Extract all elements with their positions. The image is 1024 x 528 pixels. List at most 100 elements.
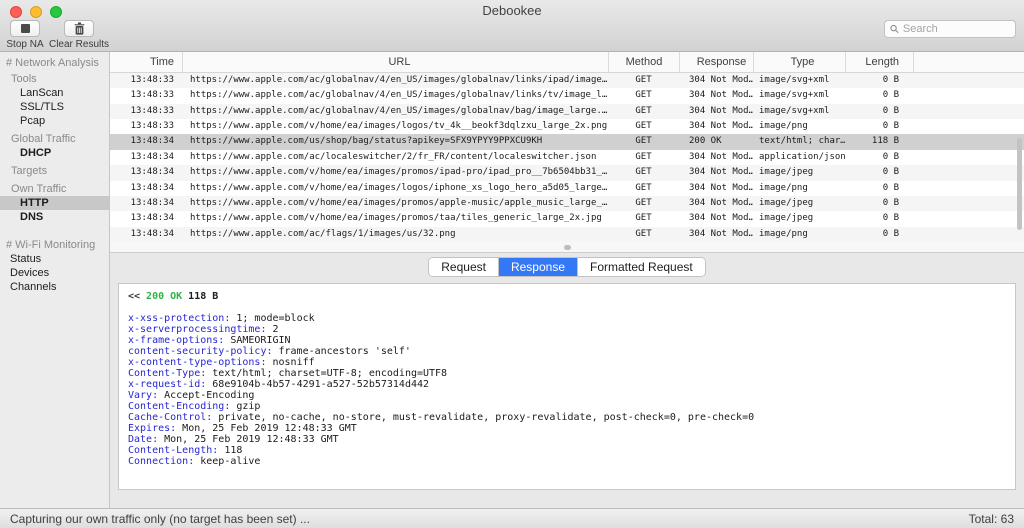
table-row[interactable]: 13:48:34 https://www.apple.com/us/shop/ba… (110, 134, 1024, 150)
cell-time: 13:48:34 (130, 182, 174, 193)
pane-splitter[interactable] (110, 242, 1024, 253)
detail-pane: Request Response Formatted Request << 200 O… (110, 253, 1024, 508)
response-headers: x-xss-protection: 1; mode=block x-serverpr… (128, 313, 1006, 467)
cell-type: image/png (759, 228, 808, 239)
sidebar-item-dhcp[interactable]: DHCP (0, 146, 109, 160)
cell-method: GET (635, 167, 652, 178)
table-row[interactable]: 13:48:33 https://www.apple.com/ac/globaln… (110, 88, 1024, 103)
cell-method: GET (635, 75, 652, 85)
header-key: Connection: (128, 456, 195, 467)
cell-filler (913, 181, 1024, 196)
header-value: private, no-cache, no-store, must-revali… (218, 412, 755, 423)
trash-icon (74, 22, 84, 35)
column-header-method[interactable]: Method (608, 52, 679, 72)
tab-response[interactable]: Response (497, 258, 578, 276)
response-panel: << 200 OK 118 B x-xss-protection: 1; mode=b… (118, 283, 1016, 490)
sidebar-item-lanscan[interactable]: LanScan (0, 86, 109, 100)
cell-filler (913, 73, 1024, 88)
cell-length: 0 B (882, 182, 899, 193)
table-header: Time URL Method Response Type Length (110, 52, 1024, 73)
titlebar: Debookee Stop NA Clear Results (0, 0, 1024, 52)
response-header-line: Date: Mon, 25 Feb 2019 12:48:33 GMT (128, 434, 1006, 445)
sidebar-item-own-traffic: Own Traffic (11, 183, 67, 195)
column-header-type[interactable]: Type (753, 52, 845, 72)
cell-length: 0 B (882, 121, 899, 132)
tab-formatted-request[interactable]: Formatted Request (577, 258, 705, 276)
sidebar-item-pcap[interactable]: Pcap (0, 114, 109, 128)
response-header-line: x-serverprocessingtime: 2 (128, 324, 1006, 335)
response-header-line: Connection: keep-alive (128, 456, 1006, 467)
tab-request[interactable]: Request (429, 258, 498, 276)
cell-url: https://www.apple.com/us/shop/bag/status… (190, 136, 543, 147)
table-row[interactable]: 13:48:34 https://www.apple.com/ac/locales… (110, 150, 1024, 165)
table-rows: 13:48:33 https://www.apple.com/ac/globaln… (110, 73, 1024, 242)
table-row[interactable]: 13:48:34 https://www.apple.com/v/home/ea/… (110, 195, 1024, 212)
sidebar-item-dns[interactable]: DNS (0, 210, 109, 224)
cell-time: 13:48:34 (130, 136, 174, 147)
header-key: Content-Encoding: (128, 401, 231, 412)
header-key: x-request-id: (128, 379, 207, 390)
search-input[interactable] (902, 23, 1010, 35)
table-row[interactable]: 13:48:33 https://www.apple.com/v/home/ea/… (110, 119, 1024, 134)
cell-time: 13:48:34 (130, 228, 174, 239)
cell-response: 304 Not Mod… (689, 75, 753, 85)
header-value: Accept-Encoding (164, 390, 255, 401)
cell-time: 13:48:34 (130, 167, 174, 178)
header-key: x-xss-protection: (128, 313, 231, 324)
column-header-time[interactable]: Time (110, 52, 182, 72)
table-row[interactable]: 13:48:34 https://www.apple.com/v/home/ea/… (110, 211, 1024, 226)
cell-length: 0 B (882, 213, 899, 224)
column-header-length[interactable]: Length (845, 52, 913, 72)
column-header-filler (913, 52, 1024, 72)
header-value: nosniff (272, 357, 315, 368)
header-value: Mon, 25 Feb 2019 12:48:33 GMT (182, 423, 357, 434)
cell-filler (913, 134, 1024, 149)
cell-url: https://www.apple.com/ac/globalnav/4/en_… (190, 105, 608, 116)
table-row[interactable]: 13:48:34 https://www.apple.com/ac/flags/1… (110, 226, 1024, 242)
column-header-response[interactable]: Response (679, 52, 753, 72)
sidebar-item-status[interactable]: Status (0, 252, 109, 266)
content-area: # Network Analysis Tools LanScan SSL/TLS Pca… (0, 52, 1024, 508)
cell-length: 0 B (882, 167, 899, 178)
table-row[interactable]: 13:48:33 https://www.apple.com/ac/globaln… (110, 73, 1024, 89)
table-row[interactable]: 13:48:33 https://www.apple.com/ac/globaln… (110, 103, 1024, 120)
app-window: Debookee Stop NA Clear Results Search # … (0, 0, 1024, 528)
cell-filler (913, 88, 1024, 103)
sidebar-item-network-analysis: # Network Analysis (6, 57, 99, 69)
sidebar-item-wi-fi-monitoring: # Wi-Fi Monitoring (6, 239, 96, 251)
table-row[interactable]: 13:48:34 https://www.apple.com/v/home/ea/… (110, 181, 1024, 196)
sidebar-item-channels[interactable]: Channels (0, 280, 109, 294)
response-direction-arrows: << (128, 291, 141, 302)
sidebar-item-global-traffic: Global Traffic (11, 133, 76, 145)
cell-filler (913, 150, 1024, 165)
cell-url: https://www.apple.com/v/home/ea/images/p… (190, 167, 608, 178)
status-bar: Capturing our own traffic only (no targe… (0, 508, 1024, 528)
header-key: Content-Length: (128, 445, 219, 456)
clear-results-button[interactable]: Clear Results (42, 20, 116, 50)
cell-type: image/png (759, 182, 808, 193)
table-row[interactable]: 13:48:34 https://www.apple.com/v/home/ea/… (110, 165, 1024, 181)
cell-url: https://www.apple.com/v/home/ea/images/p… (190, 197, 608, 208)
cell-method: GET (635, 182, 652, 193)
header-value: gzip (236, 401, 261, 412)
header-value: 118 (224, 445, 243, 456)
clear-results-button-bezel (64, 20, 94, 37)
cell-url: https://www.apple.com/ac/flags/1/images/… (190, 228, 456, 239)
sidebar-item-ssl-tls[interactable]: SSL/TLS (0, 100, 109, 114)
cell-type: image/jpeg (759, 167, 814, 178)
cell-url: https://www.apple.com/ac/globalnav/4/en_… (190, 90, 608, 101)
response-size: 118 B (188, 291, 219, 302)
sidebar-item-http[interactable]: HTTP (0, 196, 109, 210)
cell-url: https://www.apple.com/ac/globalnav/4/en_… (190, 75, 608, 85)
header-value: 1; mode=block (236, 313, 315, 324)
cell-response: 200 OK (689, 136, 722, 147)
response-header-line: Content-Type: text/html; charset=UTF-8; e… (128, 368, 1006, 379)
column-header-url[interactable]: URL (182, 52, 608, 72)
response-status-line: << 200 OK 118 B (128, 291, 1006, 302)
sidebar-item-devices[interactable]: Devices (0, 266, 109, 280)
table-scrollbar[interactable] (1017, 138, 1022, 230)
header-key: Date: (128, 434, 159, 445)
search-field[interactable] (884, 20, 1016, 38)
